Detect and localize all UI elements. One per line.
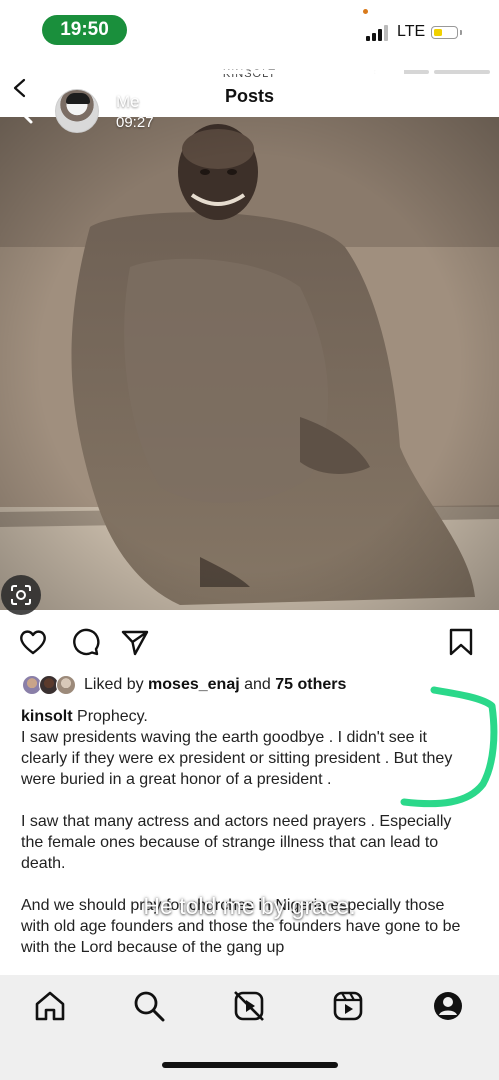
reels-create-icon[interactable] <box>232 989 266 1023</box>
caption-username[interactable]: kinsolt <box>21 708 73 725</box>
status-bar: 19:50 LTE <box>0 0 499 60</box>
story-progress-segment <box>313 70 369 74</box>
green-annotation-mark <box>400 686 498 808</box>
bookmark-icon[interactable] <box>446 627 476 657</box>
likes-text: Liked by moses_enaj and 75 others <box>84 676 347 693</box>
signal-icon <box>366 25 388 41</box>
photo-image <box>0 117 499 610</box>
comment-icon[interactable] <box>70 627 100 657</box>
story-timestamp: 09:27 <box>116 114 154 131</box>
home-icon[interactable] <box>33 989 67 1023</box>
liker-avatar <box>56 675 76 695</box>
search-icon[interactable] <box>132 989 166 1023</box>
privacy-indicator-dot <box>363 9 368 14</box>
story-text-overlay: He told me by grace. <box>143 893 356 919</box>
profile-icon[interactable] <box>431 989 465 1023</box>
story-progress-segment <box>10 70 66 74</box>
home-indicator[interactable] <box>162 1062 338 1068</box>
story-progress-bar <box>10 70 490 74</box>
send-icon[interactable] <box>120 627 150 657</box>
post-photo[interactable] <box>0 117 499 610</box>
chevron-left-icon[interactable] <box>10 78 30 98</box>
overlay-divider <box>20 940 480 941</box>
likes-count[interactable]: 75 others <box>275 676 346 693</box>
story-back-icon[interactable] <box>14 97 38 125</box>
story-progress-segment <box>252 70 309 74</box>
visual-search-icon <box>11 585 31 605</box>
heart-icon[interactable] <box>18 627 48 657</box>
caption-paragraph: I saw that many actress and actors need … <box>21 813 452 872</box>
post-actions <box>0 622 499 662</box>
reels-icon[interactable] <box>331 989 365 1023</box>
chevron-up-icon[interactable] <box>234 958 266 974</box>
battery-icon <box>431 26 462 39</box>
story-progress-segment <box>373 70 430 74</box>
story-progress-segment <box>191 70 248 74</box>
liker-username[interactable]: moses_enaj <box>148 676 240 693</box>
story-user-name[interactable]: Me <box>116 92 140 112</box>
avatar[interactable] <box>55 89 99 133</box>
story-progress-segment <box>434 70 490 74</box>
network-type: LTE <box>397 23 426 40</box>
caption-paragraph: Prophecy. I saw presidents waving the ear… <box>21 708 453 788</box>
visual-search-button[interactable] <box>1 575 41 615</box>
story-progress-segment <box>131 70 187 74</box>
story-progress-segment <box>70 70 127 74</box>
status-time: 19:50 <box>42 15 127 45</box>
